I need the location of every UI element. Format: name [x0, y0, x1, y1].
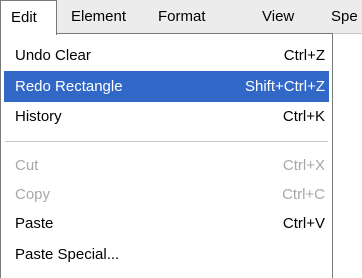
- menu-element[interactable]: Element: [71, 0, 126, 34]
- edit-menu-dropdown: Undo Clear Ctrl+Z Redo Rectangle Shift+C…: [0, 33, 333, 278]
- menu-item-undo[interactable]: Undo Clear Ctrl+Z: [4, 40, 329, 71]
- menu-item-shortcut: Ctrl+Z: [283, 47, 325, 64]
- menu-item-history[interactable]: History Ctrl+K: [4, 101, 329, 132]
- menu-item-shortcut: Ctrl+C: [282, 186, 325, 203]
- menu-item-copy: Copy Ctrl+C: [4, 179, 329, 210]
- menu-item-paste[interactable]: Paste Ctrl+V: [4, 208, 329, 239]
- menu-edit[interactable]: Edit: [0, 0, 57, 35]
- menu-item-label: Undo Clear: [15, 47, 91, 64]
- menu-item-shortcut: Shift+Ctrl+Z: [244, 78, 325, 95]
- menu-item-paste-special[interactable]: Paste Special...: [4, 239, 329, 270]
- menu-separator: [5, 141, 328, 143]
- menu-bar: Edit Element Format View Spe: [0, 0, 362, 35]
- menu-item-label: Redo Rectangle: [15, 78, 123, 95]
- menu-item-label: History: [15, 108, 62, 125]
- menu-item-redo[interactable]: Redo Rectangle Shift+Ctrl+Z: [4, 71, 329, 102]
- menu-item-label: Paste Special...: [15, 246, 120, 263]
- menu-special-truncated[interactable]: Spe: [331, 0, 358, 34]
- menu-item-label: Copy: [15, 186, 51, 203]
- menu-item-label: Paste: [15, 215, 54, 232]
- menu-view[interactable]: View: [262, 0, 294, 34]
- menu-item-shortcut: Ctrl+V: [282, 215, 325, 232]
- menu-format[interactable]: Format: [158, 0, 206, 34]
- menu-item-shortcut: Ctrl+K: [282, 108, 325, 125]
- menu-item-cut: Cut Ctrl+X: [4, 150, 329, 181]
- menu-item-label: Cut: [15, 157, 39, 174]
- menu-item-shortcut: Ctrl+X: [282, 157, 325, 174]
